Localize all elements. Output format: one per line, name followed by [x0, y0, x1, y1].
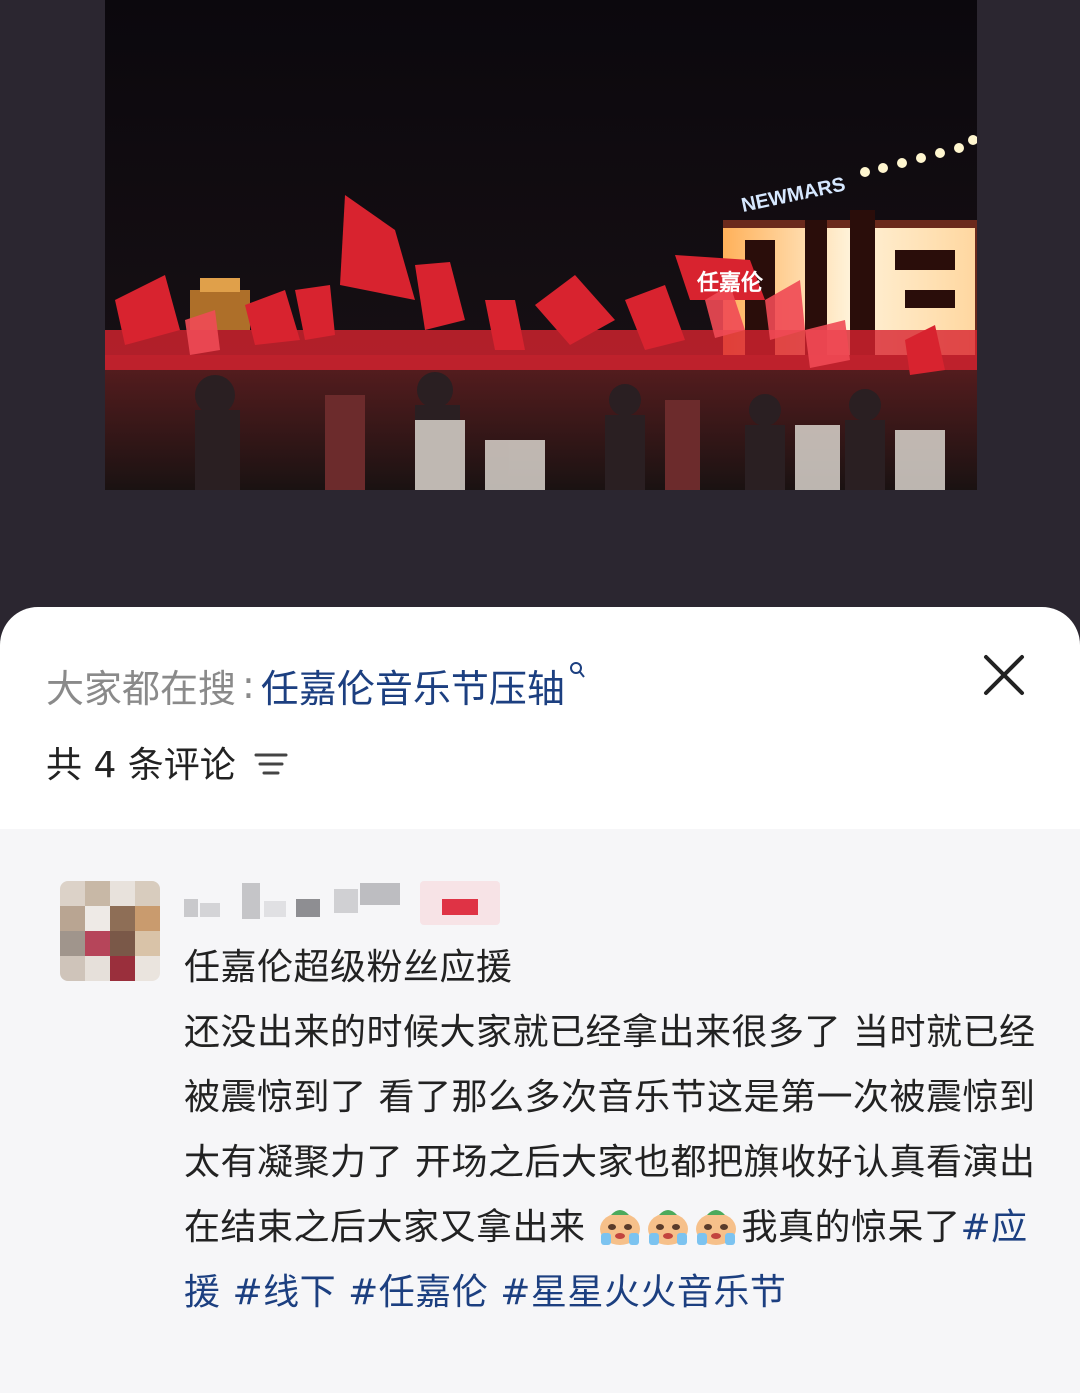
hashtag-link[interactable]: #星星火火音乐节	[500, 1272, 786, 1313]
hashtag-link[interactable]: #任嘉伦	[348, 1272, 488, 1313]
trending-separator: :	[242, 663, 255, 707]
flag-text: 任嘉伦	[696, 270, 764, 296]
comment-tail-text: 我真的惊呆了	[741, 1207, 961, 1248]
comment-title: 任嘉伦超级粉丝应援	[184, 947, 513, 988]
concert-crowd-photo: NEWMARS 任嘉伦	[105, 0, 977, 490]
trending-search-bar[interactable]: 大家都在搜 : 任嘉伦音乐节压轴	[46, 657, 585, 713]
fan-badge	[420, 881, 500, 925]
avatar[interactable]	[60, 881, 160, 981]
trending-search-link[interactable]: 任嘉伦音乐节压轴	[261, 658, 565, 713]
post-photo[interactable]: NEWMARS 任嘉伦	[105, 0, 977, 490]
crying-face-emoji	[645, 1203, 691, 1247]
comment-count-label: 共 4 条评论	[46, 745, 236, 786]
comment-sheet: 大家都在搜 : 任嘉伦音乐节压轴 共 4 条评论 任嘉伦超级粉丝应援 还没出来的…	[0, 607, 1080, 1393]
crying-face-emoji	[597, 1203, 643, 1247]
sort-filter-icon[interactable]	[254, 747, 288, 777]
search-small-icon	[569, 661, 585, 684]
trending-prefix: 大家都在搜	[46, 666, 237, 711]
hashtag-link[interactable]: #线下	[232, 1272, 336, 1313]
comment-count-row: 共 4 条评论	[46, 737, 288, 787]
comment-item: 任嘉伦超级粉丝应援 还没出来的时候大家就已经拿出来很多了 当时就已经被震惊到了 …	[0, 829, 1080, 1393]
crying-face-emoji-group	[597, 1207, 741, 1248]
crying-face-emoji	[693, 1203, 739, 1247]
close-icon[interactable]	[976, 647, 1032, 703]
comment-body: 任嘉伦超级粉丝应援 还没出来的时候大家就已经拿出来很多了 当时就已经被震惊到了 …	[184, 935, 1044, 1325]
media-viewer-backdrop: NEWMARS 任嘉伦	[0, 0, 1080, 640]
username-blurred[interactable]	[184, 881, 404, 925]
